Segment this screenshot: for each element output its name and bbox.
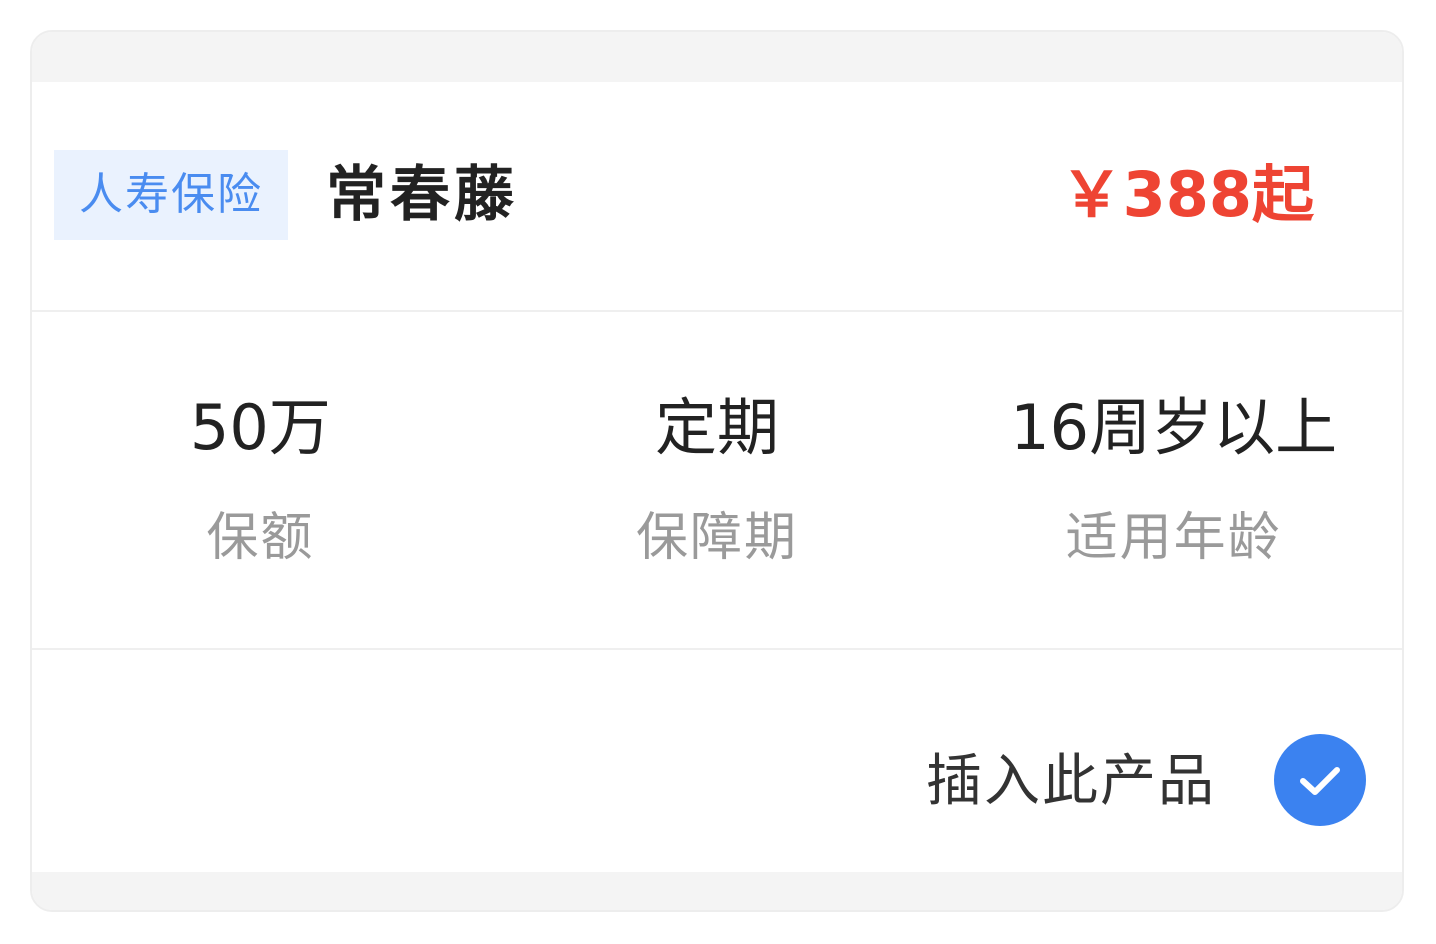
category-tag: 人寿保险 (54, 150, 288, 240)
coverage-value: 50万 (189, 391, 331, 464)
attribute-coverage: 50万 保额 (32, 312, 489, 648)
attributes-row: 50万 保额 定期 保障期 16周岁以上 适用年龄 (32, 312, 1402, 650)
term-value: 定期 (655, 391, 780, 464)
coverage-label: 保额 (206, 508, 315, 568)
product-price: ￥388起 (1060, 158, 1314, 231)
term-label: 保障期 (636, 508, 799, 568)
age-label: 适用年龄 (1065, 508, 1282, 568)
attribute-age: 16周岁以上 适用年龄 (945, 312, 1402, 648)
card-header: 人寿保险 常春藤 ￥388起 (32, 82, 1402, 312)
bottom-spacer (32, 872, 1402, 910)
checkmark-icon (1300, 767, 1340, 795)
product-card[interactable]: 人寿保险 常春藤 ￥388起 50万 保额 定期 保障期 16周岁以上 适用年龄… (30, 30, 1404, 912)
age-value: 16周岁以上 (1010, 391, 1338, 464)
insert-product-label[interactable]: 插入此产品 (926, 750, 1216, 814)
insert-product-checkbox[interactable] (1274, 734, 1366, 826)
attribute-term: 定期 保障期 (489, 312, 946, 648)
product-name: 常春藤 (326, 160, 518, 230)
card-footer: 插入此产品 (32, 650, 1402, 874)
top-spacer (32, 32, 1402, 82)
